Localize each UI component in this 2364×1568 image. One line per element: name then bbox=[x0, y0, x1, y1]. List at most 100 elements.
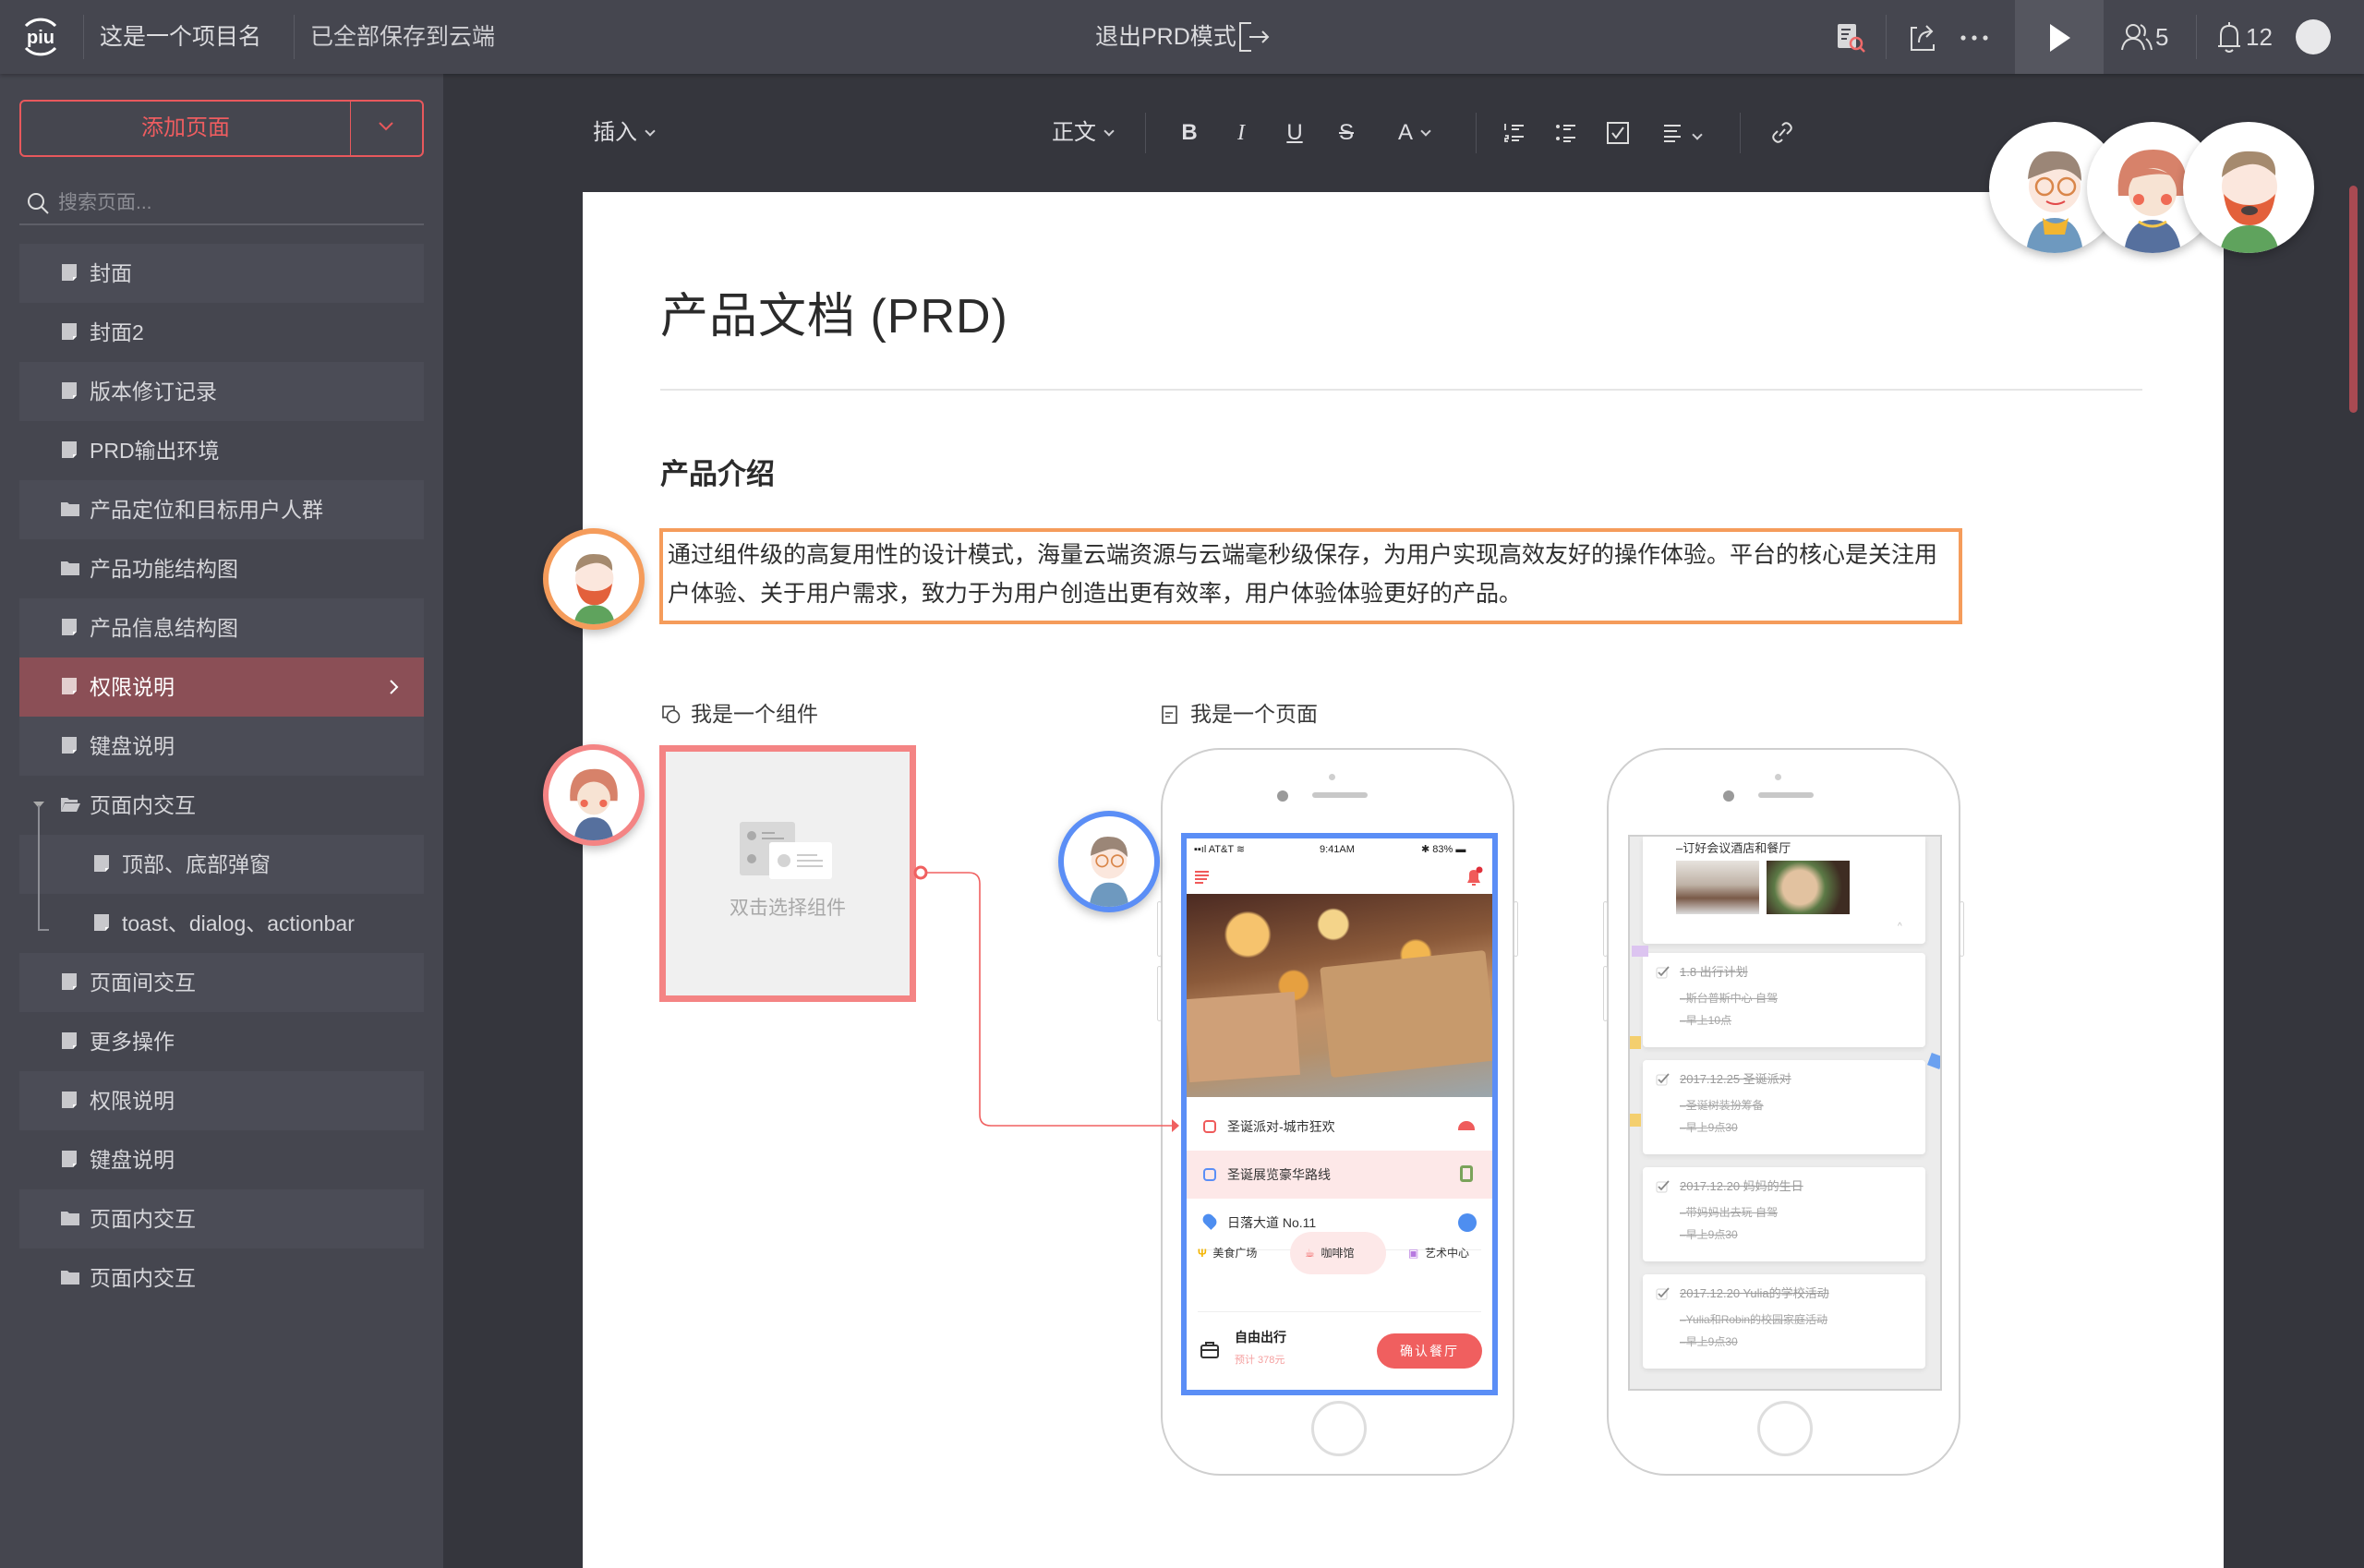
sidebar-item-page[interactable]: 版本修订记录 bbox=[19, 362, 424, 421]
sidebar-item-page[interactable]: PRD输出环境 bbox=[19, 421, 424, 480]
collaborator-marker-pink[interactable] bbox=[543, 744, 645, 846]
sidebar-item-page[interactable]: 产品信息结构图 bbox=[19, 598, 424, 657]
sidebar-item-page[interactable]: 封面 bbox=[19, 244, 424, 303]
sidebar-item-label: PRD输出环境 bbox=[90, 439, 220, 463]
play-button[interactable] bbox=[2015, 0, 2104, 74]
sidebar-item-page[interactable]: 更多操作 bbox=[19, 1012, 424, 1071]
sidebar-item-label: 权限说明 bbox=[90, 1089, 175, 1113]
plan-card[interactable]: 2017.12.25 圣诞派对 –圣诞树装扮筹备 –早上9点30 bbox=[1643, 1060, 1925, 1154]
insert-menu-button[interactable]: 插入 bbox=[582, 103, 665, 163]
italic-button[interactable]: I bbox=[1224, 103, 1258, 163]
top-bar: piu 这是一个项目名 已全部保存到云端 退出PRD模式 5 12 bbox=[0, 0, 2364, 74]
plan-card-line: –早上9点30 bbox=[1680, 1228, 1738, 1241]
dish-icon bbox=[1458, 1121, 1475, 1130]
vertical-scrollbar[interactable] bbox=[2349, 186, 2358, 413]
page-icon bbox=[60, 380, 80, 401]
phone-speaker bbox=[1758, 792, 1814, 798]
doc-search-button[interactable] bbox=[1832, 18, 1869, 55]
divider bbox=[294, 15, 295, 59]
align-dropdown[interactable] bbox=[1653, 103, 1710, 163]
more-button[interactable] bbox=[1956, 18, 1993, 55]
font-color-button[interactable]: A bbox=[1385, 103, 1442, 163]
ordered-list-button[interactable] bbox=[1498, 103, 1531, 163]
sidebar-item-label: 封面2 bbox=[90, 320, 144, 344]
sidebar-item-page[interactable]: 键盘说明 bbox=[19, 717, 424, 776]
divider bbox=[1476, 113, 1477, 153]
user-avatar[interactable] bbox=[2296, 19, 2331, 54]
exit-prd-mode-button[interactable]: 退出PRD模式 bbox=[1095, 0, 1280, 74]
check-icon[interactable] bbox=[1656, 1180, 1670, 1193]
sidebar-item-folder[interactable]: 产品定位和目标用户人群 bbox=[19, 480, 424, 539]
sidebar-item-page[interactable]: 权限说明 bbox=[19, 657, 424, 717]
checklist-button[interactable] bbox=[1601, 103, 1634, 163]
highlighted-paragraph[interactable]: 通过组件级的高复用性的设计模式，海量云端资源与云端毫秒级保存，为用户实现高效友好… bbox=[659, 528, 1962, 624]
confirm-restaurant-button[interactable]: 确认餐厅 bbox=[1377, 1333, 1482, 1369]
check-icon[interactable] bbox=[1656, 966, 1670, 979]
sidebar-item-page[interactable]: 封面2 bbox=[19, 303, 424, 362]
strikethrough-button[interactable]: S bbox=[1330, 103, 1363, 163]
search-field bbox=[19, 183, 424, 225]
collaborator-avatar-3[interactable] bbox=[2183, 122, 2314, 253]
text-style-dropdown[interactable]: 正文 bbox=[1038, 103, 1127, 163]
avatar-illustration bbox=[570, 768, 618, 840]
notifications-button[interactable]: 12 bbox=[2214, 0, 2281, 74]
category-food[interactable]: Ψ 美食广场 bbox=[1198, 1232, 1257, 1274]
route-row[interactable]: 圣诞派对-城市狂欢 bbox=[1187, 1103, 1492, 1151]
category-art[interactable]: ▣ 艺术中心 bbox=[1408, 1232, 1469, 1274]
component-icon bbox=[662, 706, 681, 724]
component-placeholder[interactable]: 双击选择组件 bbox=[659, 745, 916, 1002]
route-stop-icon bbox=[1203, 1168, 1216, 1181]
plan-card[interactable]: 2017.12.20 Yulia的学校活动 –Yulia和Robin的校园家庭活动… bbox=[1643, 1274, 1925, 1369]
sidebar-item-page[interactable]: 页面间交互 bbox=[19, 953, 424, 1012]
sidebar-item-folder[interactable]: 产品功能结构图 bbox=[19, 539, 424, 598]
underline-button[interactable]: U bbox=[1278, 103, 1311, 163]
bullet-list-button[interactable] bbox=[1550, 103, 1583, 163]
footer-title: 自由出行 bbox=[1235, 1330, 1286, 1345]
divider bbox=[83, 15, 84, 59]
sidebar-item-label: 封面 bbox=[90, 261, 132, 285]
plan-card[interactable]: 2017.12.20 妈妈的生日 –带妈妈出去玩 自驾 –早上9点30 bbox=[1643, 1167, 1925, 1261]
sidebar-item-folder[interactable]: 页面内交互 bbox=[19, 776, 424, 835]
plan-card-line: –早上9点30 bbox=[1680, 1335, 1738, 1348]
plan-card[interactable]: 1.8 出行计划 –斯台普斯中心 自驾 –早上10点 bbox=[1643, 953, 1925, 1047]
link-button[interactable] bbox=[1766, 103, 1799, 163]
collapse-icon[interactable]: ^ bbox=[1898, 922, 1902, 932]
bold-button[interactable]: B bbox=[1173, 103, 1206, 163]
collaborator-marker-orange[interactable] bbox=[543, 528, 645, 630]
category-cafe[interactable]: ☕ 咖啡馆 bbox=[1290, 1232, 1386, 1274]
sidebar-item-page[interactable]: 键盘说明 bbox=[19, 1130, 424, 1189]
search-input[interactable] bbox=[58, 187, 409, 220]
home-button bbox=[1311, 1401, 1367, 1456]
section-heading[interactable]: 产品介绍 bbox=[660, 451, 775, 492]
add-page-dropdown-button[interactable] bbox=[351, 102, 422, 155]
sidebar-item-page[interactable]: toast、dialog、actionbar bbox=[19, 894, 424, 953]
sidebar-item-page[interactable]: 权限说明 bbox=[19, 1071, 424, 1130]
search-icon bbox=[28, 193, 49, 214]
check-icon[interactable] bbox=[1656, 1073, 1670, 1086]
phone-side-button bbox=[1514, 901, 1518, 957]
sidebar-item-label: 顶部、底部弹窗 bbox=[122, 852, 271, 876]
gift-box bbox=[1187, 991, 1300, 1083]
sidebar-item-label: 版本修订记录 bbox=[90, 380, 217, 404]
page-title[interactable]: 产品文档 (PRD) bbox=[660, 277, 1008, 346]
sidebar-item-label: 权限说明 bbox=[90, 675, 175, 699]
sidebar-item-page[interactable]: 顶部、底部弹窗 bbox=[19, 835, 424, 894]
page-screen[interactable]: –订好会议酒店和餐厅 ^ 1.8 出行计划 –斯台普斯中心 自驾 –早上10点 201… bbox=[1628, 835, 1942, 1391]
collaborators-button[interactable]: 5 bbox=[2120, 0, 2179, 74]
sidebar-item-folder[interactable]: 页面内交互 bbox=[19, 1189, 424, 1248]
project-name[interactable]: 这是一个项目名 bbox=[100, 0, 261, 74]
page-icon bbox=[60, 1031, 80, 1051]
route-start-icon bbox=[1203, 1120, 1216, 1133]
collaborator-marker-blue[interactable] bbox=[1058, 811, 1160, 912]
folder-icon bbox=[60, 1267, 80, 1287]
page-icon bbox=[60, 440, 80, 460]
check-icon[interactable] bbox=[1656, 1287, 1670, 1300]
logo[interactable]: piu bbox=[17, 13, 65, 61]
add-page-button[interactable]: 添加页面 bbox=[21, 102, 350, 155]
share-button[interactable] bbox=[1904, 18, 1941, 55]
document-page: 产品文档 (PRD) 产品介绍 通过组件级的高复用性的设计模式，海量云端资源与云… bbox=[583, 192, 2224, 1568]
route-row[interactable]: 圣诞展览豪华路线 bbox=[1187, 1151, 1492, 1199]
sidebar-item-folder[interactable]: 页面内交互 bbox=[19, 1248, 424, 1308]
page-screen-selected[interactable]: ▪▪ıl AT&T ≋ 9:41AM ✱ 83% ▬ 圣诞派对-城市狂欢 圣诞展… bbox=[1181, 833, 1498, 1395]
plan-card-expanded[interactable]: –订好会议酒店和餐厅 ^ bbox=[1643, 837, 1925, 944]
